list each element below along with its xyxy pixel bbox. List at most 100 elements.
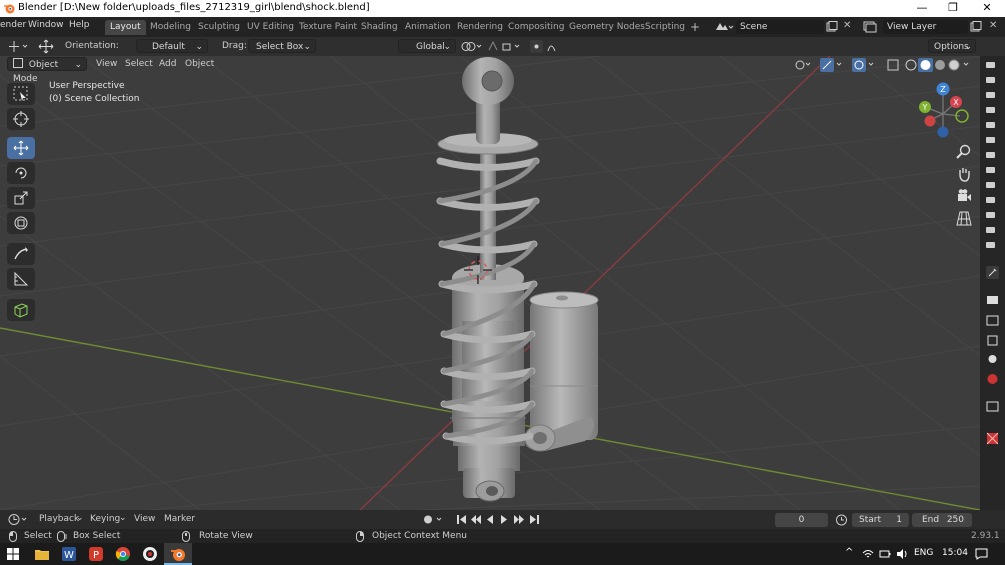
options-dropdown[interactable]: Options ⌄ <box>928 39 976 53</box>
viewport-menu-add[interactable]: Add <box>159 59 176 69</box>
status-context-menu: Object Context Menu <box>372 531 468 541</box>
tab-shading[interactable]: Shading <box>356 20 403 35</box>
add-workspace-button[interactable]: + <box>685 20 705 35</box>
timeline-menu-view[interactable]: View <box>134 514 155 524</box>
tab-scripting[interactable]: Scripting <box>640 20 690 35</box>
blender-logo-icon <box>4 4 15 14</box>
new-view-layer-icon[interactable] <box>970 21 982 33</box>
tab-layout[interactable]: Layout <box>105 20 146 35</box>
tab-compositing[interactable]: Compositing <box>503 20 569 35</box>
tab-sculpting[interactable]: Sculpting <box>193 20 245 35</box>
pivot-point-icon[interactable] <box>460 40 484 53</box>
editor-type-icon[interactable] <box>8 513 30 526</box>
scene-properties-icon <box>988 355 997 363</box>
menu-help[interactable]: Help <box>69 20 90 30</box>
minimize-button[interactable]: — <box>907 0 937 17</box>
cursor-tool[interactable] <box>7 108 35 130</box>
timeline-menu-marker[interactable]: Marker <box>164 514 195 524</box>
transform-orientation-value: Global <box>416 42 445 52</box>
wps-presentation-icon[interactable]: P <box>88 546 104 562</box>
z-axis-label: Z <box>940 85 946 94</box>
select-box-icon <box>13 86 28 101</box>
scene-icon[interactable] <box>714 20 734 34</box>
view-layer-icon[interactable] <box>862 20 882 34</box>
orientation-dropdown[interactable]: Default ⌄ <box>136 39 208 53</box>
viewport-menu-object[interactable]: Object <box>185 59 214 69</box>
transform-pivot-icon[interactable] <box>8 40 30 53</box>
window-title: Blender [D:\New folder\uploads_files_271… <box>18 2 370 13</box>
tab-modeling[interactable]: Modeling <box>145 20 196 35</box>
tab-geometry-nodes[interactable]: Geometry Nodes <box>564 20 650 35</box>
viewport-display-toolbar[interactable] <box>792 58 976 72</box>
close-button[interactable]: ✕ <box>972 0 1002 17</box>
battery-icon[interactable] <box>879 548 891 560</box>
select-box-tool[interactable] <box>7 83 35 105</box>
transform-tool[interactable] <box>7 212 35 234</box>
new-scene-icon[interactable] <box>826 21 838 33</box>
object-mode-dropdown[interactable]: Object Mode ⌄ <box>7 57 87 84</box>
measure-tool[interactable] <box>7 268 35 290</box>
viewport-menu-view[interactable]: View <box>96 59 117 69</box>
word-icon[interactable]: W <box>61 546 77 562</box>
status-box-select: Box Select <box>73 531 121 541</box>
scene-field[interactable]: Scene <box>736 20 824 34</box>
viewport-perspective-label: User Perspective <box>49 81 125 91</box>
end-frame-field[interactable]: End 250 <box>912 513 972 527</box>
timeline-header: Playback ⌄ Keying ⌄ View Marker 0 Start … <box>0 510 1005 529</box>
volume-icon[interactable] <box>896 548 908 560</box>
timeline-menu-keying[interactable]: Keying <box>90 514 120 524</box>
outliner-camera-icons <box>958 84 970 264</box>
notifications-icon[interactable] <box>975 548 988 560</box>
menu-edit[interactable]: ender <box>0 20 26 30</box>
timeline-menu-playback[interactable]: Playback <box>39 514 79 524</box>
tab-rendering[interactable]: Rendering <box>452 20 508 35</box>
delete-view-layer-icon[interactable]: ✕ <box>989 20 997 31</box>
scale-tool[interactable] <box>7 187 35 209</box>
3d-viewport[interactable]: Object Mode ⌄ View Select Add Object Use… <box>0 56 980 510</box>
menu-window[interactable]: Window <box>28 20 64 30</box>
network-icon[interactable] <box>862 548 874 560</box>
stopwatch-icon[interactable] <box>835 513 848 526</box>
windows-start-icon[interactable] <box>7 548 19 560</box>
viewport-menu-select[interactable]: Select <box>125 59 153 69</box>
chrome-icon[interactable] <box>115 546 131 562</box>
move-tool[interactable] <box>7 137 35 159</box>
move-tool-icon <box>38 39 54 54</box>
start-frame-field[interactable]: Start 1 <box>852 513 909 527</box>
delete-scene-icon[interactable]: ✕ <box>843 20 851 31</box>
proportional-editing-icon[interactable] <box>530 40 566 53</box>
current-frame-field[interactable]: 0 <box>775 513 828 527</box>
y-axis-label: Y <box>922 103 928 112</box>
overlay-icon <box>852 58 874 72</box>
file-explorer-icon[interactable] <box>34 546 50 562</box>
input-language[interactable]: ENG <box>914 548 933 558</box>
drag-dropdown[interactable]: Select Box ⌄ <box>248 39 316 53</box>
tab-texture-paint[interactable]: Texture Paint <box>294 20 362 35</box>
tab-animation[interactable]: Animation <box>400 20 456 35</box>
mouse-middle-icon <box>182 531 190 542</box>
annotate-tool[interactable] <box>7 243 35 265</box>
clock[interactable]: 15:04 <box>942 548 968 558</box>
maximize-button[interactable]: ❐ <box>938 0 968 17</box>
playback-controls[interactable] <box>456 513 542 526</box>
tray-chevron-up-icon[interactable]: ^ <box>845 547 853 558</box>
outliner-visibility-column[interactable] <box>984 59 1000 255</box>
obs-recorder-icon[interactable] <box>142 546 158 562</box>
prev-keyframe-icon <box>471 515 481 524</box>
rotate-tool[interactable] <box>7 162 35 184</box>
world-properties-icon <box>987 374 998 384</box>
auto-keying-icon[interactable] <box>423 514 445 525</box>
add-cube-tool[interactable] <box>7 299 35 321</box>
tab-uv-editing[interactable]: UV Editing <box>242 20 299 35</box>
status-bar: Select Box Select Rotate View Object Con… <box>0 529 1005 543</box>
chevron-down-icon: ⌄ <box>195 42 203 52</box>
status-select: Select <box>24 531 52 541</box>
blender-taskbar-button[interactable] <box>164 543 192 565</box>
properties-editor-tabs[interactable] <box>985 266 1001 496</box>
blender-version: 2.93.1 <box>971 531 1000 541</box>
end-frame-label: End <box>922 515 940 525</box>
view-layer-field[interactable]: View Layer <box>883 20 968 34</box>
transform-orientation-dropdown[interactable]: Global ⌄ <box>398 39 456 53</box>
viewport-canvas[interactable] <box>0 56 980 510</box>
snap-icon[interactable] <box>487 40 527 53</box>
